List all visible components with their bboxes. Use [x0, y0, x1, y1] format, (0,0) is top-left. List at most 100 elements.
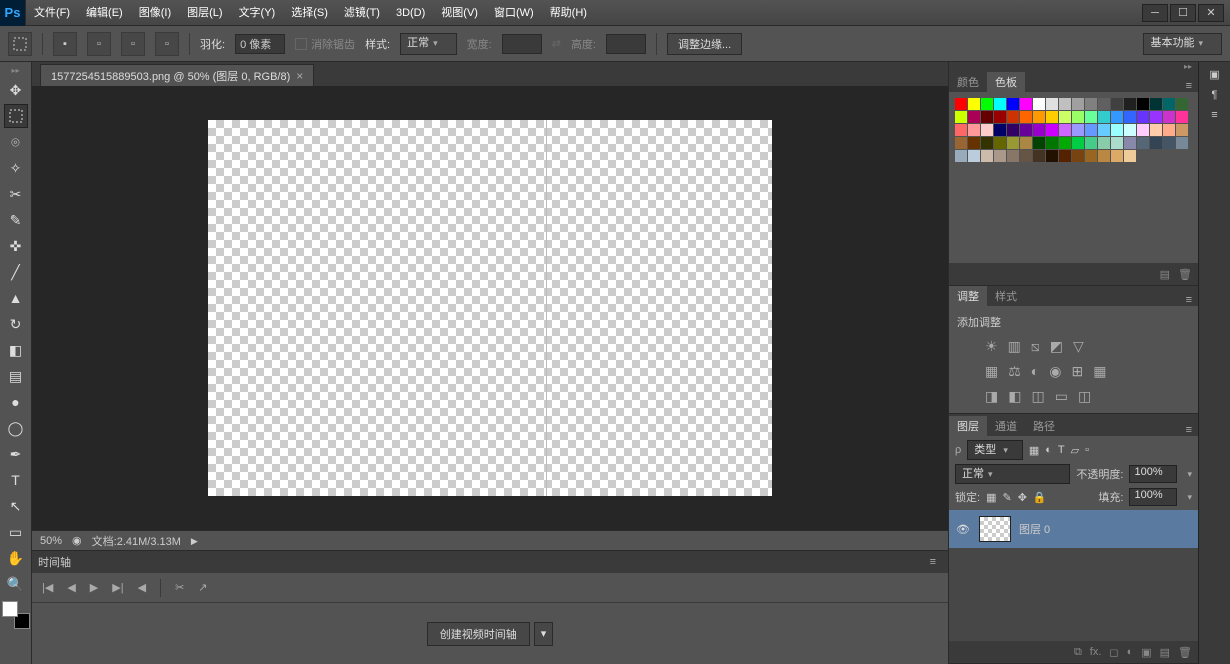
swatch[interactable]	[1137, 98, 1149, 110]
path-select-tool[interactable]: ↖	[4, 494, 28, 518]
color-picker[interactable]	[2, 601, 30, 629]
lock-position-icon[interactable]: ✥	[1018, 491, 1027, 504]
new-layer-icon[interactable]: ▤	[1160, 646, 1170, 659]
swatch[interactable]	[1150, 137, 1162, 149]
swatch[interactable]	[1020, 137, 1032, 149]
toolbox-collapse-icon[interactable]: ▸▸	[11, 66, 19, 75]
swatch[interactable]	[1176, 124, 1188, 136]
swatch[interactable]	[1059, 150, 1071, 162]
collapsed-char-icon[interactable]: ¶	[1212, 89, 1218, 101]
tab-styles[interactable]: 样式	[987, 286, 1025, 306]
swatch[interactable]	[981, 150, 993, 162]
canvas-viewport[interactable]	[32, 86, 948, 530]
hand-tool[interactable]: ✋	[4, 546, 28, 570]
wand-tool[interactable]: ✧	[4, 156, 28, 180]
swatch[interactable]	[968, 124, 980, 136]
mixer-icon[interactable]: ⊞	[1071, 363, 1083, 380]
new-swatch-icon[interactable]: ▤	[1160, 268, 1170, 281]
swatch[interactable]	[955, 124, 967, 136]
swatch[interactable]	[1085, 137, 1097, 149]
swatch[interactable]	[1033, 124, 1045, 136]
swatch[interactable]	[1007, 98, 1019, 110]
swatch[interactable]	[994, 98, 1006, 110]
swatches-menu-icon[interactable]: ≡	[1180, 80, 1198, 92]
timeline-menu-icon[interactable]: ≡	[924, 556, 942, 568]
swatch[interactable]	[1085, 111, 1097, 123]
layer-list[interactable]: 👁 图层 0	[949, 510, 1198, 641]
eyedropper-tool[interactable]: ✎	[4, 208, 28, 232]
tab-paths[interactable]: 路径	[1025, 416, 1063, 436]
swatch[interactable]	[1176, 98, 1188, 110]
layer-fx-icon[interactable]: fx.	[1090, 646, 1102, 658]
brush-tool[interactable]: ╱	[4, 260, 28, 284]
shape-tool[interactable]: ▭	[4, 520, 28, 544]
play-icon[interactable]: ▶	[90, 581, 98, 594]
create-timeline-button[interactable]: 创建视频时间轴	[427, 622, 530, 646]
hue-icon[interactable]: ▦	[985, 363, 998, 380]
status-nav-icon[interactable]: ◉	[72, 534, 82, 547]
swatch[interactable]	[1007, 111, 1019, 123]
link-layers-icon[interactable]: ⧉	[1074, 646, 1082, 659]
swatch[interactable]	[1124, 124, 1136, 136]
close-button[interactable]: ✕	[1198, 4, 1224, 22]
swatch[interactable]	[1085, 150, 1097, 162]
tab-adjustments[interactable]: 调整	[949, 286, 987, 306]
document-tab[interactable]: 1577254515889503.png @ 50% (图层 0, RGB/8)…	[40, 64, 314, 86]
swatch[interactable]	[1059, 124, 1071, 136]
marquee-preset-icon[interactable]	[8, 32, 32, 56]
swatch[interactable]	[1111, 124, 1123, 136]
style-select[interactable]: 正常▾	[400, 33, 457, 55]
filter-adjust-icon[interactable]: ◐	[1045, 444, 1052, 456]
swatch[interactable]	[1111, 150, 1123, 162]
menu-help[interactable]: 帮助(H)	[542, 0, 595, 26]
swatch[interactable]	[1098, 150, 1110, 162]
swatch[interactable]	[1124, 111, 1136, 123]
swatch[interactable]	[1020, 98, 1032, 110]
delete-swatch-icon[interactable]: 🗑	[1178, 268, 1192, 281]
zoom-level[interactable]: 50%	[40, 535, 62, 547]
layer-mask-icon[interactable]: ◻	[1109, 646, 1118, 659]
group-icon[interactable]: ▣	[1141, 646, 1151, 659]
swatch[interactable]	[1150, 124, 1162, 136]
swatch[interactable]	[1033, 137, 1045, 149]
swatch[interactable]	[1111, 98, 1123, 110]
swatch[interactable]	[1059, 111, 1071, 123]
menu-file[interactable]: 文件(F)	[26, 0, 78, 26]
swatch[interactable]	[1098, 111, 1110, 123]
swatch[interactable]	[1137, 111, 1149, 123]
zoom-tool[interactable]: 🔍	[4, 572, 28, 596]
swatch[interactable]	[955, 111, 967, 123]
fill-adjust-icon[interactable]: ◐	[1127, 646, 1134, 658]
swatch[interactable]	[968, 150, 980, 162]
selection-new-icon[interactable]: ▪	[53, 32, 77, 56]
adjust-menu-icon[interactable]: ≡	[1180, 294, 1198, 306]
marquee-tool[interactable]	[4, 104, 28, 128]
swatch[interactable]	[1150, 98, 1162, 110]
brightness-icon[interactable]: ☀	[985, 338, 998, 355]
swatch[interactable]	[1046, 137, 1058, 149]
swatch[interactable]	[1111, 111, 1123, 123]
swatch[interactable]	[1007, 137, 1019, 149]
swatch[interactable]	[981, 124, 993, 136]
tab-layers[interactable]: 图层	[949, 416, 987, 436]
create-timeline-dropdown[interactable]: ▾	[534, 622, 554, 646]
swatch[interactable]	[1124, 150, 1136, 162]
heal-tool[interactable]: ✜	[4, 234, 28, 258]
selection-intersect-icon[interactable]: ▫	[155, 32, 179, 56]
layer-thumbnail[interactable]	[979, 516, 1011, 542]
panels-collapse-icon[interactable]: ▸▸	[949, 62, 1198, 70]
lock-paint-icon[interactable]: ✎	[1002, 491, 1011, 504]
goto-first-icon[interactable]: |◀	[42, 581, 53, 594]
swatch[interactable]	[1137, 137, 1149, 149]
swatch[interactable]	[1007, 124, 1019, 136]
visibility-icon[interactable]: 👁	[955, 521, 971, 537]
swatch[interactable]	[968, 98, 980, 110]
layer-row[interactable]: 👁 图层 0	[949, 510, 1198, 548]
opacity-input[interactable]: 100%	[1129, 465, 1177, 483]
feather-input[interactable]	[235, 34, 285, 54]
swatch[interactable]	[1046, 98, 1058, 110]
swatch[interactable]	[1124, 98, 1136, 110]
history-brush-tool[interactable]: ↻	[4, 312, 28, 336]
swatch[interactable]	[1046, 150, 1058, 162]
levels-icon[interactable]: ▥	[1008, 338, 1021, 355]
